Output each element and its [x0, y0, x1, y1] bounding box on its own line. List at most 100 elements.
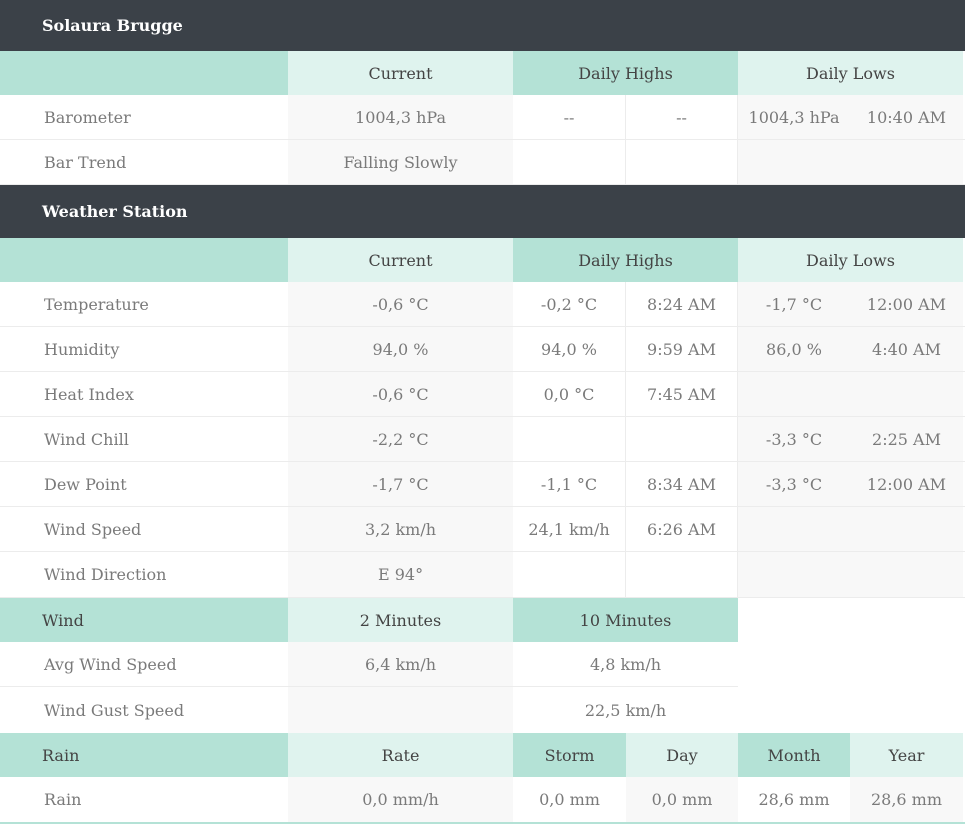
two-min-value — [288, 687, 513, 733]
low-value — [738, 552, 850, 597]
current-value: -0,6 °C — [288, 372, 513, 416]
row-label: Heat Index — [0, 372, 288, 416]
rain-rate-value: 0,0 mm/h — [288, 777, 513, 822]
rain-header-row: Rain Rate Storm Day Month Year — [0, 733, 965, 777]
low-time: 4:40 AM — [850, 327, 963, 371]
row-label: Barometer — [0, 95, 288, 139]
current-value: 1004,3 hPa — [288, 95, 513, 139]
low-value: -3,3 °C — [738, 462, 850, 506]
current-value: -2,2 °C — [288, 417, 513, 461]
rain-year-value: 28,6 mm — [850, 777, 963, 822]
table-row: Barometer 1004,3 hPa -- -- 1004,3 hPa 10… — [0, 95, 965, 140]
table-row: Dew Point -1,7 °C -1,1 °C 8:34 AM -3,3 °… — [0, 462, 965, 507]
rain-day-value: 0,0 mm — [626, 777, 738, 822]
table-row: Bar Trend Falling Slowly — [0, 140, 965, 185]
rain-storm-value: 0,0 mm — [513, 777, 626, 822]
current-value: Falling Slowly — [288, 140, 513, 184]
high-value: -- — [513, 95, 626, 139]
high-time — [626, 417, 738, 461]
table-header-row: Current Daily Highs Daily Lows — [0, 51, 965, 95]
low-time — [850, 372, 963, 416]
high-value — [513, 552, 626, 597]
row-label: Dew Point — [0, 462, 288, 506]
low-value: 86,0 % — [738, 327, 850, 371]
low-value: 1004,3 hPa — [738, 95, 850, 139]
header-rain: Rain — [0, 733, 288, 777]
table-row: Temperature -0,6 °C -0,2 °C 8:24 AM -1,7… — [0, 282, 965, 327]
header-daily-lows: Daily Lows — [738, 51, 963, 95]
high-time: 6:26 AM — [626, 507, 738, 551]
high-time: 9:59 AM — [626, 327, 738, 371]
table-row: Wind Gust Speed 22,5 km/h — [0, 687, 738, 733]
low-time — [850, 140, 963, 184]
table-row: Avg Wind Speed 6,4 km/h 4,8 km/h — [0, 642, 738, 687]
header-daily-highs: Daily Highs — [513, 238, 738, 282]
high-value: 24,1 km/h — [513, 507, 626, 551]
header-year: Year — [850, 733, 963, 777]
high-value: 94,0 % — [513, 327, 626, 371]
header-cell-empty — [0, 238, 288, 282]
current-value: 94,0 % — [288, 327, 513, 371]
high-value: 0,0 °C — [513, 372, 626, 416]
row-label: Wind Direction — [0, 552, 288, 597]
row-label: Avg Wind Speed — [0, 642, 288, 686]
low-value: -1,7 °C — [738, 282, 850, 326]
two-min-value: 6,4 km/h — [288, 642, 513, 686]
high-time: 8:34 AM — [626, 462, 738, 506]
section-title-weather-station: Weather Station — [0, 185, 965, 238]
high-value — [513, 140, 626, 184]
current-value: E 94° — [288, 552, 513, 597]
low-time: 10:40 AM — [850, 95, 963, 139]
high-time — [626, 140, 738, 184]
header-2-minutes: 2 Minutes — [288, 598, 513, 642]
table-row: Humidity 94,0 % 94,0 % 9:59 AM 86,0 % 4:… — [0, 327, 965, 372]
ten-min-value: 22,5 km/h — [513, 687, 738, 733]
row-label: Rain — [0, 777, 288, 822]
high-value — [513, 417, 626, 461]
high-value: -0,2 °C — [513, 282, 626, 326]
header-storm: Storm — [513, 733, 626, 777]
row-label: Wind Speed — [0, 507, 288, 551]
low-time: 12:00 AM — [850, 462, 963, 506]
low-time — [850, 507, 963, 551]
table-row: Wind Speed 3,2 km/h 24,1 km/h 6:26 AM — [0, 507, 965, 552]
header-daily-highs: Daily Highs — [513, 51, 738, 95]
header-rate: Rate — [288, 733, 513, 777]
high-time — [626, 552, 738, 597]
row-label: Wind Gust Speed — [0, 687, 288, 733]
low-value: -3,3 °C — [738, 417, 850, 461]
weather-report: Solaura Brugge Current Daily Highs Daily… — [0, 0, 965, 824]
header-daily-lows: Daily Lows — [738, 238, 963, 282]
table-row: Wind Direction E 94° — [0, 552, 965, 598]
low-time: 12:00 AM — [850, 282, 963, 326]
header-wind: Wind — [0, 598, 288, 642]
row-label: Temperature — [0, 282, 288, 326]
current-value: -0,6 °C — [288, 282, 513, 326]
high-value: -1,1 °C — [513, 462, 626, 506]
high-time: 7:45 AM — [626, 372, 738, 416]
table-row: Rain 0,0 mm/h 0,0 mm 0,0 mm 28,6 mm 28,6… — [0, 777, 965, 822]
high-time: -- — [626, 95, 738, 139]
ten-min-value: 4,8 km/h — [513, 642, 738, 686]
current-value: 3,2 km/h — [288, 507, 513, 551]
rain-month-value: 28,6 mm — [738, 777, 850, 822]
header-current: Current — [288, 51, 513, 95]
low-value — [738, 507, 850, 551]
table-header-row: Current Daily Highs Daily Lows — [0, 238, 965, 282]
table-row: Heat Index -0,6 °C 0,0 °C 7:45 AM — [0, 372, 965, 417]
row-label: Wind Chill — [0, 417, 288, 461]
low-value — [738, 140, 850, 184]
wind-header-row: Wind 2 Minutes 10 Minutes — [0, 598, 965, 642]
low-time — [850, 552, 963, 597]
header-current: Current — [288, 238, 513, 282]
row-label: Bar Trend — [0, 140, 288, 184]
header-day: Day — [626, 733, 738, 777]
row-label: Humidity — [0, 327, 288, 371]
header-cell-empty — [0, 51, 288, 95]
high-time: 8:24 AM — [626, 282, 738, 326]
header-month: Month — [738, 733, 850, 777]
low-time: 2:25 AM — [850, 417, 963, 461]
table-row: Wind Chill -2,2 °C -3,3 °C 2:25 AM — [0, 417, 965, 462]
current-value: -1,7 °C — [288, 462, 513, 506]
header-10-minutes: 10 Minutes — [513, 598, 738, 642]
